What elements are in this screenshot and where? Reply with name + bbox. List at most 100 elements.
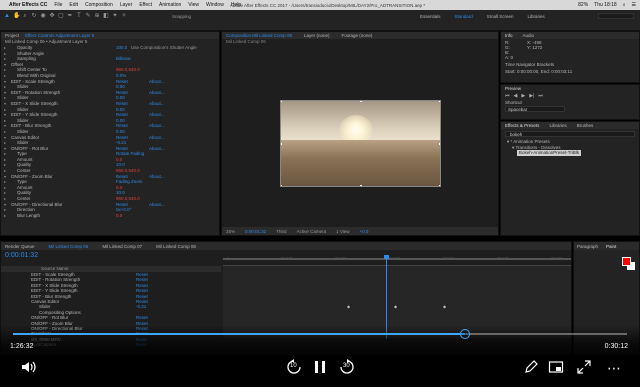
workspace-small-screen[interactable]: Small Screen [487,14,514,19]
app-menu[interactable]: After Effects CC [9,2,47,8]
current-time-readout[interactable]: 0:00:01:32 [245,229,266,234]
clone-tool-icon[interactable]: ⊕ [94,13,100,19]
seek-knob[interactable] [459,329,470,339]
menu-view[interactable]: View [188,2,199,8]
effects-tabs: Effects & Presets Libraries Brushes [501,122,639,129]
time-ruler[interactable]: 0s00:15f01:00f01:15f02:00f02:15f03:00f [223,255,571,266]
menu-layer[interactable]: Layer [120,2,133,8]
tab-paint[interactable]: Paint [606,244,616,249]
next-frame-icon[interactable]: ▶| [529,93,534,99]
type-tool-icon[interactable]: T [76,13,82,19]
timeline-current-time[interactable]: 0:00:01:32 [5,252,38,259]
puppet-tool-icon[interactable]: ✧ [121,13,127,19]
help-search-input[interactable] [598,13,634,19]
layer-handle[interactable] [360,185,362,186]
layer-handle[interactable] [281,101,282,102]
prev-frame-icon[interactable]: ◀ [514,93,518,99]
picture-in-picture-icon[interactable] [547,359,565,377]
menu-edit[interactable]: Edit [69,2,78,8]
desert-ground-image [281,140,440,186]
eraser-tool-icon[interactable]: ◧ [103,13,109,19]
resolution-dropdown[interactable]: Third [276,229,286,234]
layer-handle[interactable] [281,143,282,145]
composition-viewer[interactable] [280,100,441,187]
tab-info[interactable]: Info [505,33,513,38]
tab-comp-07[interactable]: Mil Linked Comp 07 [102,244,142,249]
tab-audio[interactable]: Audio [523,33,535,38]
effect-property-row[interactable]: ▸ Blur Length 0.0 [1,213,219,219]
layer-handle[interactable] [439,143,440,145]
zoom-tool-icon[interactable]: ⌕ [22,13,28,19]
workspace-libraries[interactable]: Libraries [528,14,545,19]
tab-project[interactable]: Project [5,33,19,38]
layer-handle[interactable] [439,101,440,102]
effects-presets-panel: Effects & Presets Libraries Brushes boke… [500,121,640,236]
first-frame-icon[interactable]: ⏮ [505,93,510,99]
roto-tool-icon[interactable]: ✦ [112,13,118,19]
tab-render-queue[interactable]: Render Queue [5,244,35,249]
keyframe-icon[interactable]: ◆ [347,304,350,309]
brush-tool-icon[interactable]: ✎ [85,13,91,19]
pan-behind-tool-icon[interactable]: ✥ [49,13,55,19]
camera-tool-icon[interactable]: ◉ [40,13,46,19]
annotate-pencil-icon[interactable] [522,359,540,377]
composition-panel: Composition Mil Linked Comp 06 Layer (no… [221,31,499,236]
workspace-essentials[interactable]: Essentials [420,14,441,19]
pause-icon[interactable] [311,359,329,377]
tree-item-bokeh-preset[interactable]: Bokeh-AnimationPreset-TriBlk [507,150,639,156]
playback-controls: ⏮ ◀ ▶ ▶| ⏭ [501,92,639,100]
tab-footage[interactable]: Footage (none) [342,33,373,38]
menu-file[interactable]: File [54,2,62,8]
search-icon[interactable]: ⌕ [623,2,626,8]
tab-libraries[interactable]: Libraries [549,123,566,128]
last-frame-icon[interactable]: ⏭ [538,93,543,99]
layer-handle[interactable] [439,185,440,186]
layer-handle[interactable] [360,101,362,102]
effects-search-input[interactable]: bokeh [505,131,635,137]
fullscreen-icon[interactable] [575,359,593,377]
tab-composition[interactable]: Composition Mil Linked Comp 06 [226,33,292,38]
tab-paragraph[interactable]: Paragraph [577,244,598,249]
mac-menu-bar: After Effects CC File Edit Composition L… [0,0,640,10]
composition-tabs: Composition Mil Linked Comp 06 Layer (no… [222,32,498,39]
workspace-standard[interactable]: Standard [455,14,473,19]
tab-layer[interactable]: Layer (none) [304,33,330,38]
view-layout-dropdown[interactable]: 1 View [336,229,349,234]
more-options-icon[interactable]: ⋯ [605,359,623,377]
menu-list-icon[interactable]: ☰ [632,2,636,8]
shortcut-dropdown[interactable]: Spacebar [505,106,565,112]
menu-animation[interactable]: Animation [159,2,181,8]
camera-dropdown[interactable]: Active Camera [297,229,327,234]
zoom-level-dropdown[interactable]: 25% [226,229,235,234]
foreground-color-swatch[interactable] [622,257,631,266]
tool-group: ▲ ✋ ⌕ ↻ ◉ ✥ ▢ ✒ T ✎ ⊕ ◧ ✦ ✧ [4,13,127,19]
rotate-tool-icon[interactable]: ↻ [31,13,37,19]
menu-effect[interactable]: Effect [139,2,152,8]
layer-handle[interactable] [281,185,282,186]
effect-property-value[interactable]: 0.0 [116,213,122,219]
exposure-value[interactable]: +0.0 [360,229,369,234]
mask-tool-icon[interactable]: ▢ [58,13,64,19]
remaining-time: 0:30:12 [604,343,628,350]
effect-property-list: ▸ Opacity 100.0 Use Composition's Shutter A… [1,45,219,218]
pen-tool-icon[interactable]: ✒ [67,13,73,19]
comp-breadcrumb[interactable]: Mil Linked Comp 06 [222,39,498,45]
preview-panel: Preview ⏮ ◀ ▶ ▶| ⏭ Shortcut Spacebar [500,84,640,120]
keyframe-icon[interactable]: ◆ [394,304,397,309]
tab-comp-06[interactable]: Mil Linked Comp 06 [49,244,89,249]
tab-effect-controls[interactable]: Effect Controls Adjustment Layer 5 [25,33,94,38]
keyframe-icon[interactable]: ◆ [443,304,446,309]
volume-icon[interactable] [19,359,37,377]
menu-composition[interactable]: Composition [85,2,113,8]
expand-triangle-icon[interactable]: ▸ [4,213,6,219]
play-icon[interactable]: ▶ [521,93,525,99]
tab-brushes[interactable]: Brushes [577,123,594,128]
hand-tool-icon[interactable]: ✋ [13,13,20,19]
menu-window[interactable]: Window [206,2,224,8]
work-area-bar[interactable] [223,258,571,260]
selection-tool-icon[interactable]: ▲ [4,13,10,19]
snapping-toggle[interactable]: Snapping [172,14,191,19]
viewer-footer: 25% 0:00:01:32 Third Active Camera 1 Vie… [222,227,498,235]
tab-effects-presets[interactable]: Effects & Presets [505,123,539,128]
tab-comp-08[interactable]: Mil Linked Comp 08 [156,244,196,249]
